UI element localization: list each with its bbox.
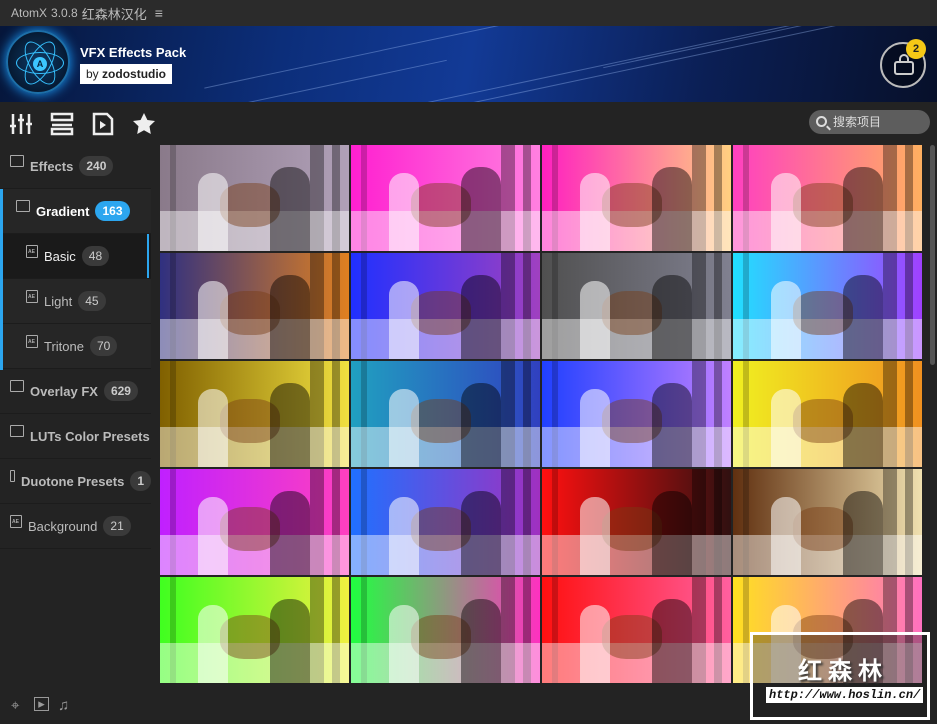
sidebar-item-gradient[interactable]: Gradient 163 <box>0 189 151 234</box>
category-sidebar: Effects 240 Gradient 163 Basic 48 Light 45 T… <box>0 144 151 685</box>
vertical-scrollbar[interactable] <box>930 145 935 365</box>
item-count: 21 <box>103 516 131 536</box>
author-name: zodostudio <box>102 67 167 81</box>
play-icon[interactable]: ▸ <box>34 697 49 711</box>
item-label: Duotone Presets <box>21 473 125 489</box>
locale-label: 红森林汉化 <box>81 6 147 22</box>
sidebar-item-background[interactable]: Background 21 <box>0 504 151 549</box>
toolbar <box>0 102 937 144</box>
sidebar-item-light[interactable]: Light 45 <box>0 279 151 324</box>
folder-icon <box>10 155 24 167</box>
ae-file-icon <box>10 514 22 528</box>
item-label: Gradient <box>36 203 90 219</box>
item-label: Light <box>44 293 73 309</box>
item-label: Tritone <box>44 338 84 354</box>
music-icon[interactable]: ♫ <box>58 697 69 714</box>
preset-thumbnail[interactable] <box>542 361 731 467</box>
item-count: 163 <box>95 201 130 221</box>
preset-thumbnail[interactable] <box>733 145 922 251</box>
preset-thumbnail[interactable] <box>160 469 349 575</box>
ae-file-icon <box>26 244 38 258</box>
preset-thumbnail[interactable] <box>733 253 922 359</box>
cart-count-badge: 2 <box>906 39 926 59</box>
hamburger-icon[interactable]: ≡ <box>155 5 163 21</box>
product-banner: A VFX Effects Pack by zodostudio 2 <box>0 26 937 102</box>
preset-thumbnail[interactable] <box>351 145 540 251</box>
product-title: VFX Effects Pack <box>80 45 187 60</box>
search-placeholder: 搜索项目 <box>833 115 882 129</box>
item-count: 1 <box>130 471 151 491</box>
folder-icon <box>10 380 24 392</box>
sidebar-item-effects[interactable]: Effects 240 <box>0 144 151 189</box>
sidebar-item-overlay-fx[interactable]: Overlay FX 629 <box>0 369 151 414</box>
item-label: LUTs Color Presets <box>30 428 150 444</box>
preset-thumbnail[interactable] <box>351 361 540 467</box>
preset-thumbnail[interactable] <box>160 361 349 467</box>
folder-icon <box>16 200 30 212</box>
crosshair-icon[interactable]: ⌖ <box>11 697 19 714</box>
by-label: by <box>86 67 99 81</box>
folder-icon <box>10 470 15 482</box>
item-count: 240 <box>79 156 114 176</box>
list-icon[interactable] <box>50 112 74 136</box>
item-count: 629 <box>103 381 138 401</box>
preset-thumbnail[interactable] <box>351 577 540 683</box>
ae-file-icon <box>26 289 38 303</box>
preset-thumbnail[interactable] <box>542 469 731 575</box>
sidebar-item-tritone[interactable]: Tritone 70 <box>0 324 151 369</box>
preset-grid <box>160 145 922 685</box>
sidebar-item-luts[interactable]: LUTs Color Presets <box>0 414 151 459</box>
search-input[interactable]: 搜索项目 <box>809 110 930 134</box>
preset-thumbnail[interactable] <box>160 145 349 251</box>
sidebar-item-duotone[interactable]: Duotone Presets 1 <box>0 459 151 504</box>
watermark-url: http://www.hoslin.cn/ <box>766 687 924 703</box>
ae-file-icon <box>26 334 38 348</box>
item-label: Effects <box>30 158 74 174</box>
preset-thumbnail[interactable] <box>351 469 540 575</box>
star-icon[interactable] <box>132 112 156 136</box>
sliders-icon[interactable] <box>9 112 33 136</box>
atom-logo-icon: A <box>6 30 70 94</box>
item-label: Background <box>28 518 98 534</box>
preset-thumbnail[interactable] <box>542 145 731 251</box>
preset-thumbnail[interactable] <box>542 253 731 359</box>
preset-thumbnail[interactable] <box>160 253 349 359</box>
item-count: 70 <box>89 336 118 356</box>
watermark-name: 红森林 <box>798 658 888 685</box>
item-count: 48 <box>81 246 110 266</box>
item-label: Basic <box>44 248 76 264</box>
selection-indicator <box>0 189 3 370</box>
app-name: AtomX <box>11 6 48 20</box>
selection-indicator <box>147 234 149 278</box>
folder-icon <box>10 425 24 437</box>
preset-thumbnail[interactable] <box>733 469 922 575</box>
search-icon <box>816 116 827 127</box>
sidebar-item-basic[interactable]: Basic 48 <box>0 234 151 279</box>
title-bar: AtomX 3.0.8 红森林汉化 ≡ <box>0 0 937 26</box>
preset-thumbnail[interactable] <box>542 577 731 683</box>
video-file-icon[interactable] <box>91 112 115 136</box>
app-version: 3.0.8 <box>51 6 78 20</box>
product-author: by zodostudio <box>80 64 173 84</box>
preset-thumbnail[interactable] <box>733 361 922 467</box>
watermark: 红森林 http://www.hoslin.cn/ <box>750 632 930 720</box>
preset-thumbnail[interactable] <box>160 577 349 683</box>
item-count: 45 <box>78 291 106 311</box>
item-label: Overlay FX <box>30 383 98 399</box>
preset-thumbnail[interactable] <box>351 253 540 359</box>
